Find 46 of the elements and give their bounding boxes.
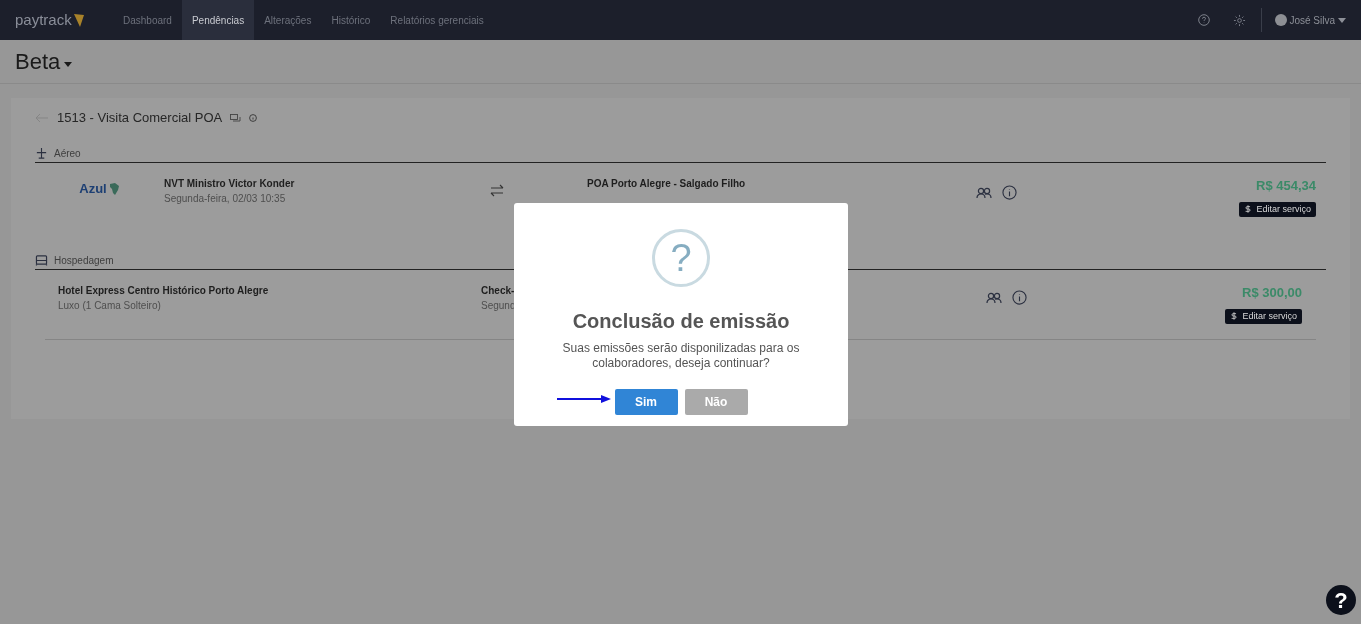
bed-icon	[35, 254, 48, 266]
logo-text[interactable]: paytrack	[15, 8, 72, 32]
info-icon[interactable]	[1002, 185, 1017, 200]
question-icon: ?	[652, 229, 710, 287]
swap-icon	[490, 184, 504, 197]
hotel-name: Hotel Express Centro Histórico Porto Alegre	[58, 284, 270, 298]
dollar-icon	[1230, 312, 1239, 321]
arrow-drawing	[556, 395, 611, 403]
info-icon[interactable]	[1012, 290, 1027, 305]
dialog-message: Suas emissões serão disponilizadas para os colaboradores, deseja continuar?	[561, 341, 801, 371]
nav-tab[interactable]: Dashboard	[113, 0, 182, 40]
section-title: Aéreo	[54, 146, 81, 161]
settings-icon[interactable]	[1233, 13, 1247, 27]
trip-title: 1513 - Visita Comercial POA	[57, 109, 223, 128]
map-icon	[107, 181, 120, 196]
check-in-label: Check-	[481, 284, 515, 298]
destination-airport: POA Porto Alegre - Salgado Filho	[587, 177, 747, 191]
price: R$ 300,00	[1242, 284, 1302, 302]
departure-date: Segunda-feira, 02/03 10:35	[164, 192, 287, 206]
nav-tab[interactable]: Histórico	[321, 0, 381, 40]
dialog-title: Conclusão de emissão	[572, 309, 790, 334]
info-icon[interactable]	[249, 114, 258, 122]
user-menu[interactable]: José Silva	[1289, 12, 1346, 28]
avatar[interactable]	[1275, 14, 1288, 26]
dollar-icon	[1244, 205, 1253, 214]
room-type: Luxo (1 Cama Solteiro)	[58, 299, 162, 313]
airplane-icon	[35, 146, 48, 160]
edit-service-button[interactable]: Editar serviço	[1239, 201, 1316, 217]
page-title[interactable]: Beta	[15, 45, 61, 78]
price: R$ 454,34	[1256, 177, 1316, 195]
nav-tab[interactable]: Pendências	[181, 0, 255, 40]
section-title: Hospedagem	[54, 253, 114, 268]
caret-icon	[1338, 17, 1346, 23]
people-icon[interactable]	[976, 186, 992, 199]
airline-logo: Azul	[79, 179, 120, 199]
origin-airport: NVT Ministro Victor Konder	[164, 177, 296, 191]
nav-tab[interactable]: Relatórios gerenciais	[380, 0, 494, 40]
edit-service-button[interactable]: Editar serviço	[1225, 308, 1302, 324]
logo-icon	[73, 12, 84, 28]
dialog-button[interactable]: Sim	[614, 389, 678, 415]
nav-tab[interactable]: Alterações	[254, 0, 322, 40]
chat-icon[interactable]	[230, 113, 242, 123]
help-button[interactable]: ?	[1326, 585, 1356, 615]
help-icon[interactable]	[1198, 14, 1211, 26]
people-icon[interactable]	[986, 291, 1002, 304]
caret-icon[interactable]	[64, 62, 73, 67]
